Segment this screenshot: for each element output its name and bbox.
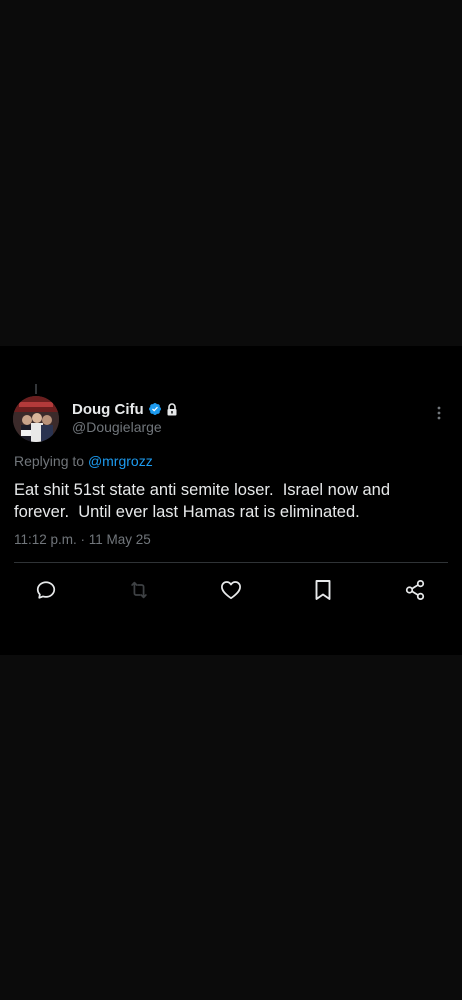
heart-icon	[221, 581, 241, 600]
replying-to-label: Replying to	[14, 453, 85, 469]
more-vertical-icon[interactable]	[431, 404, 447, 422]
user-handle[interactable]: @Dougielarge	[72, 419, 162, 435]
retweet-icon	[131, 581, 147, 599]
tweet-card[interactable]: Doug Cifu @Dougielarge Replying to @mrgr…	[0, 346, 462, 655]
divider	[14, 562, 448, 563]
lock-icon	[166, 402, 178, 416]
display-name[interactable]: Doug Cifu	[72, 401, 144, 418]
share-icon	[405, 579, 425, 601]
share-button[interactable]	[401, 576, 429, 604]
avatar[interactable]	[13, 396, 59, 442]
like-button[interactable]	[217, 576, 245, 604]
reply-button[interactable]	[32, 576, 60, 604]
retweet-button[interactable]	[125, 576, 153, 604]
thread-connector-line	[35, 384, 37, 394]
verified-badge-icon	[148, 402, 162, 416]
replying-to-line: Replying to @mrgrozz	[14, 453, 153, 469]
display-name-row: Doug Cifu	[72, 400, 178, 418]
tweet-text: Eat shit 51st state anti semite loser. I…	[14, 481, 395, 521]
bookmark-button[interactable]	[309, 576, 337, 604]
reply-icon	[36, 581, 56, 599]
bookmark-icon	[315, 580, 331, 600]
replying-to-mention[interactable]: @mrgrozz	[88, 453, 153, 469]
tweet-timestamp[interactable]: 11:12 p.m. · 11 May 25	[14, 532, 151, 547]
action-bar	[0, 576, 462, 604]
page: Doug Cifu @Dougielarge Replying to @mrgr…	[0, 0, 462, 1000]
